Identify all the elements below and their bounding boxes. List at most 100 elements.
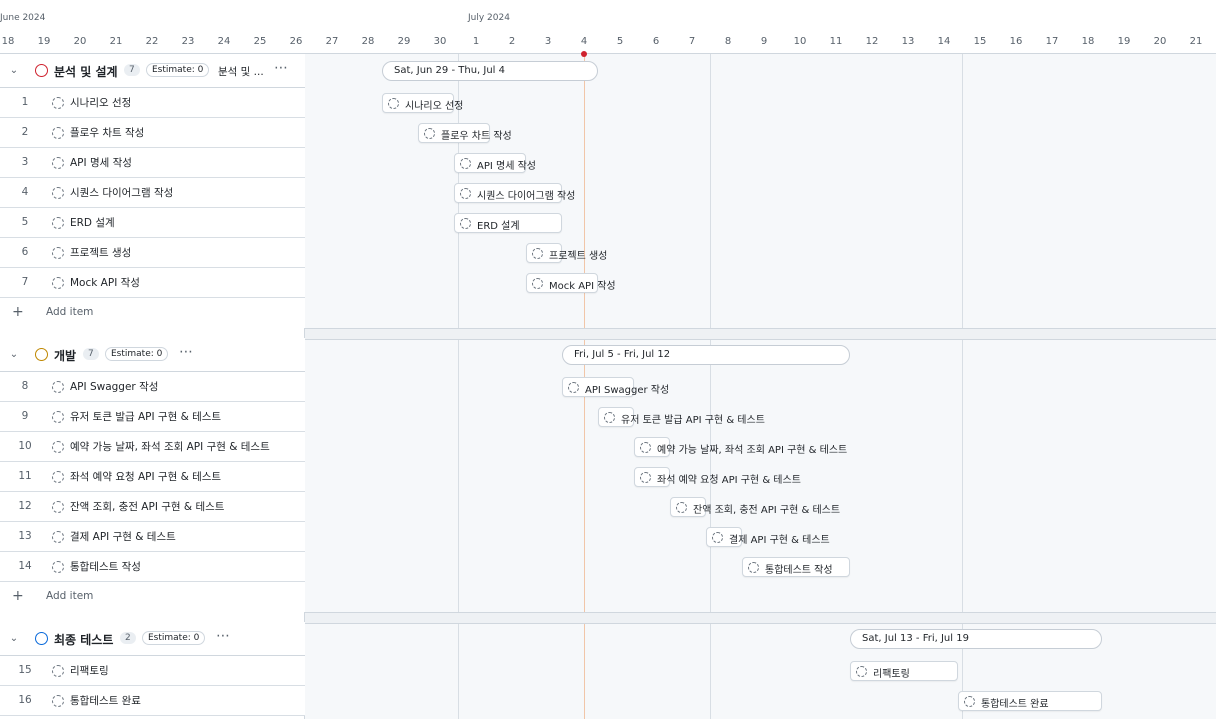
day-label: 2 [508, 36, 516, 47]
item-timeline-bar[interactable]: 시나리오 선정 [382, 93, 463, 113]
item-row[interactable]: 7 Mock API 작성 [0, 268, 305, 298]
more-options-icon[interactable]: ⋯ [216, 628, 231, 644]
item-title[interactable]: API Swagger 작성 [70, 379, 158, 394]
item-timeline-bar[interactable]: 좌석 예약 요청 API 구현 & 테스트 [634, 467, 801, 487]
draft-status-icon [52, 247, 64, 259]
item-row[interactable]: 6 프로젝트 생성 [0, 238, 305, 268]
draft-status-icon [388, 98, 399, 109]
item-title[interactable]: 프로젝트 생성 [70, 245, 131, 260]
item-timeline-bar[interactable]: 시퀀스 다이어그램 작성 [454, 183, 575, 203]
item-row[interactable]: 2 플로우 차트 작성 [0, 118, 305, 148]
item-timeline-bar[interactable]: 플로우 차트 작성 [418, 123, 512, 143]
item-title[interactable]: 통합테스트 작성 [70, 559, 141, 574]
add-item-button[interactable]: + Add item [0, 298, 305, 328]
draft-status-icon [964, 696, 975, 707]
item-bar-label: 시퀀스 다이어그램 작성 [477, 191, 576, 202]
item-number: 1 [21, 96, 29, 108]
item-title[interactable]: ERD 설계 [70, 215, 115, 230]
chevron-down-icon[interactable]: ⌄ [8, 349, 20, 361]
item-row[interactable]: 10 예약 가능 날짜, 좌석 조회 API 구현 & 테스트 [0, 432, 305, 462]
item-row[interactable]: 16 통합테스트 완료 [0, 686, 305, 716]
group-date-range-bar[interactable]: Fri, Jul 5 - Fri, Jul 12 [562, 345, 850, 365]
draft-status-icon [52, 441, 64, 453]
group-date-range-bar[interactable]: Sat, Jul 13 - Fri, Jul 19 [850, 629, 1102, 649]
item-title[interactable]: 리팩토링 [70, 663, 109, 678]
draft-status-icon [52, 501, 64, 513]
item-timeline-bar[interactable]: Mock API 작성 [526, 273, 616, 293]
draft-status-icon [424, 128, 435, 139]
item-timeline-bar[interactable]: 유저 토큰 발급 API 구현 & 테스트 [598, 407, 765, 427]
item-bar-label: 통합테스트 작성 [765, 565, 833, 576]
day-label: 5 [616, 36, 624, 47]
item-timeline-bar[interactable]: ERD 설계 [454, 213, 562, 233]
today-marker [581, 51, 587, 57]
item-title[interactable]: Mock API 작성 [70, 275, 140, 290]
item-row[interactable]: 4 시퀀스 다이어그램 작성 [0, 178, 305, 208]
item-row[interactable]: 3 API 명세 작성 [0, 148, 305, 178]
item-row[interactable]: 13 결제 API 구현 & 테스트 [0, 522, 305, 552]
add-item-label: Add item [46, 306, 94, 318]
day-label: 11 [829, 36, 843, 47]
day-label: 24 [217, 36, 231, 47]
chevron-down-icon[interactable]: ⌄ [8, 633, 20, 645]
item-bar-label: 플로우 차트 작성 [441, 131, 512, 142]
day-label: 13 [901, 36, 915, 47]
draft-status-icon [532, 248, 543, 259]
item-timeline-bar[interactable]: 통합테스트 완료 [958, 691, 1102, 711]
draft-status-icon [52, 217, 64, 229]
item-timeline-bar[interactable]: 예약 가능 날짜, 좌석 조회 API 구현 & 테스트 [634, 437, 847, 457]
estimate-badge: Estimate: 0 [105, 347, 169, 361]
item-title[interactable]: 좌석 예약 요청 API 구현 & 테스트 [70, 469, 221, 484]
draft-status-icon [52, 561, 64, 573]
item-row[interactable]: 15 리팩토링 [0, 656, 305, 686]
day-label: 20 [1153, 36, 1167, 47]
day-label: 23 [181, 36, 195, 47]
group-title[interactable]: 분석 및 설계 [54, 63, 118, 80]
group-title[interactable]: 개발 [54, 347, 76, 364]
item-row[interactable]: 12 잔액 조회, 충전 API 구현 & 테스트 [0, 492, 305, 522]
item-bar-label: ERD 설계 [477, 221, 520, 232]
item-timeline-bar[interactable]: 잔액 조회, 충전 API 구현 & 테스트 [670, 497, 840, 517]
item-timeline-bar[interactable]: 통합테스트 작성 [742, 557, 850, 577]
item-title[interactable]: API 명세 작성 [70, 155, 132, 170]
group-title[interactable]: 최종 테스트 [54, 631, 113, 648]
day-label: 21 [109, 36, 123, 47]
chevron-down-icon[interactable]: ⌄ [8, 65, 20, 77]
item-timeline-bar[interactable]: API Swagger 작성 [562, 377, 669, 397]
item-row[interactable]: 8 API Swagger 작성 [0, 372, 305, 402]
item-title[interactable]: 시나리오 선정 [70, 95, 131, 110]
item-bar-label: 예약 가능 날짜, 좌석 조회 API 구현 & 테스트 [657, 445, 848, 456]
item-number: 12 [18, 500, 32, 512]
draft-status-icon [460, 188, 471, 199]
group-date-range-bar[interactable]: Sat, Jun 29 - Thu, Jul 4 [382, 61, 598, 81]
day-label: 3 [544, 36, 552, 47]
item-timeline-bar[interactable]: 프로젝트 생성 [526, 243, 607, 263]
item-timeline-bar[interactable]: API 명세 작성 [454, 153, 536, 173]
item-row[interactable]: 9 유저 토큰 발급 API 구현 & 테스트 [0, 402, 305, 432]
add-item-button[interactable]: + Add item [0, 582, 305, 612]
item-bar-label: 프로젝트 생성 [549, 251, 608, 262]
group-header: ⌄ 분석 및 설계 7 Estimate: 0 분석 및 ... ⋯ [0, 54, 305, 88]
item-title[interactable]: 플로우 차트 작성 [70, 125, 144, 140]
item-title[interactable]: 잔액 조회, 충전 API 구현 & 테스트 [70, 499, 224, 514]
item-number: 13 [18, 530, 32, 542]
item-number: 8 [21, 380, 29, 392]
more-options-icon[interactable]: ⋯ [179, 344, 194, 360]
item-timeline-bar[interactable]: 리팩토링 [850, 661, 958, 681]
day-label: 1 [472, 36, 480, 47]
item-row[interactable]: 1 시나리오 선정 [0, 88, 305, 118]
item-title[interactable]: 통합테스트 완료 [70, 693, 141, 708]
item-title[interactable]: 유저 토큰 발급 API 구현 & 테스트 [70, 409, 221, 424]
item-timeline-bar[interactable]: 결제 API 구현 & 테스트 [706, 527, 830, 547]
item-row[interactable]: 14 통합테스트 작성 [0, 552, 305, 582]
item-row[interactable]: 11 좌석 예약 요청 API 구현 & 테스트 [0, 462, 305, 492]
group-count-badge: 7 [83, 348, 99, 360]
item-title[interactable]: 결제 API 구현 & 테스트 [70, 529, 176, 544]
item-title[interactable]: 시퀀스 다이어그램 작성 [70, 185, 173, 200]
item-title[interactable]: 예약 가능 날짜, 좌석 조회 API 구현 & 테스트 [70, 439, 270, 454]
status-circle-icon [35, 348, 48, 361]
more-options-icon[interactable]: ⋯ [274, 60, 289, 76]
item-row[interactable]: 5 ERD 설계 [0, 208, 305, 238]
day-label: 16 [1009, 36, 1023, 47]
draft-status-icon [712, 532, 723, 543]
